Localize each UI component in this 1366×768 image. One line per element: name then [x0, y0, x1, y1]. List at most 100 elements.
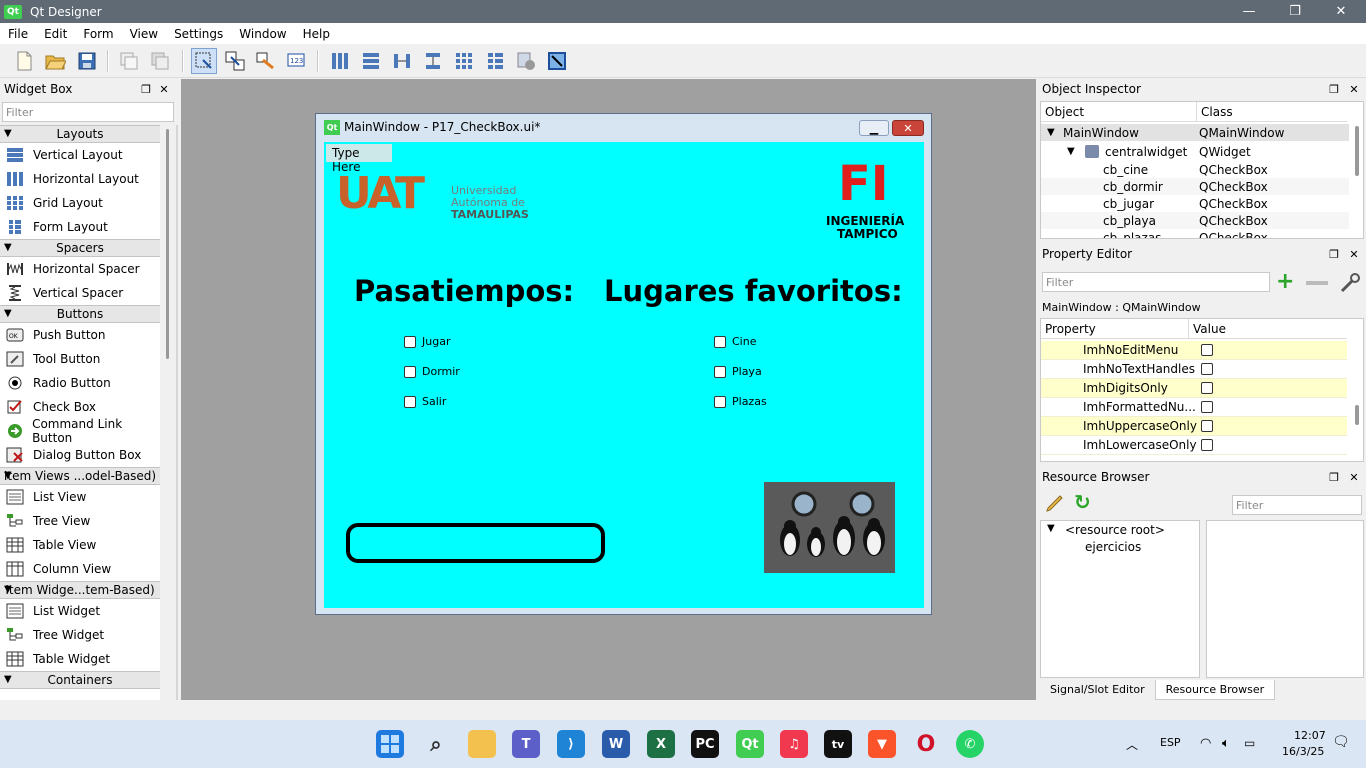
resource-root[interactable]: <resource root> [1065, 523, 1165, 537]
menu-settings[interactable]: Settings [166, 27, 231, 41]
break-layout-icon[interactable] [513, 48, 539, 74]
checkbox-playa[interactable]: Playa [714, 365, 762, 378]
widget-item[interactable]: Tree View [0, 509, 160, 533]
remove-property-icon[interactable] [1306, 281, 1328, 285]
float-icon[interactable]: ❐ [1326, 81, 1342, 97]
edit-buddies-icon[interactable] [253, 48, 279, 74]
float-icon[interactable]: ❐ [1326, 246, 1342, 262]
paste-icon[interactable] [147, 48, 173, 74]
copy-icon[interactable] [116, 48, 142, 74]
volume-icon[interactable]: 🔈︎ [1222, 736, 1230, 751]
property-checkbox[interactable] [1201, 439, 1213, 451]
close-icon[interactable]: ✕ [1346, 246, 1362, 262]
clock-time[interactable]: 12:07 [1294, 729, 1326, 742]
wrench-icon[interactable] [1338, 271, 1362, 295]
checkbox-plazas[interactable]: Plazas [714, 395, 767, 408]
widget-item[interactable]: Command Link Button [0, 417, 160, 445]
battery-icon[interactable]: ▭ [1244, 736, 1255, 750]
float-icon[interactable]: ❐ [138, 81, 154, 97]
widget-item[interactable]: List Widget [0, 599, 160, 623]
menu-form[interactable]: Form [75, 27, 121, 41]
form-window[interactable]: Qt MainWindow - P17_CheckBox.ui* ▁ ✕ Typ… [315, 113, 932, 615]
qt-designer-icon[interactable]: Qt [736, 730, 764, 758]
wifi-icon[interactable]: ◠ [1200, 736, 1211, 751]
result-label-frame[interactable] [346, 523, 605, 563]
menu-window[interactable]: Window [231, 27, 294, 41]
class-column-header[interactable]: Class [1197, 102, 1347, 122]
excel-icon[interactable]: X [647, 730, 675, 758]
minimize-button[interactable]: — [1226, 0, 1272, 23]
widget-item[interactable]: OK Push Button [0, 323, 160, 347]
close-icon[interactable]: ✕ [1346, 469, 1362, 485]
object-scrollbar[interactable] [1355, 126, 1359, 176]
category-spacers[interactable]: ▼ Spacers [0, 239, 160, 257]
widget-item[interactable]: Vertical Layout [0, 143, 160, 167]
reload-icon[interactable]: ↻ [1074, 492, 1096, 514]
property-checkbox[interactable] [1201, 382, 1213, 394]
apple-tv-icon[interactable]: tv [824, 730, 852, 758]
menu-view[interactable]: View [122, 27, 166, 41]
widget-item[interactable]: Radio Button [0, 371, 160, 395]
add-property-icon[interactable]: + [1276, 271, 1298, 294]
layout-form-icon[interactable] [482, 48, 508, 74]
tree-row[interactable]: cb_playa QCheckBox [1041, 212, 1349, 229]
resource-filter-input[interactable]: Filter [1232, 495, 1362, 515]
pycharm-icon[interactable]: PC [691, 730, 719, 758]
form-canvas[interactable]: Type Here UAT Universidad Autónoma de TA… [324, 142, 924, 608]
widget-item[interactable]: Column View [0, 557, 160, 581]
object-column-header[interactable]: Object [1041, 102, 1197, 122]
category-layouts[interactable]: ▼ Layouts [0, 125, 160, 143]
save-icon[interactable] [74, 48, 100, 74]
widget-filter-input[interactable]: Filter [2, 102, 174, 122]
category-item-widgets[interactable]: ▼ Item Widge...tem-Based) [0, 581, 160, 599]
widget-item[interactable]: Dialog Button Box [0, 443, 160, 467]
checkbox-jugar[interactable]: Jugar [404, 335, 450, 348]
widget-item[interactable]: Tree Widget [0, 623, 160, 647]
maximize-button[interactable]: ❐ [1272, 0, 1318, 23]
tree-row[interactable]: cb_jugar QCheckBox [1041, 195, 1349, 212]
tab-resource-browser[interactable]: Resource Browser [1154, 680, 1276, 700]
brave-icon[interactable]: ▼ [868, 730, 896, 758]
search-icon[interactable]: ⌕ [422, 730, 450, 758]
property-row[interactable]: ImhLowercaseOnly [1041, 436, 1347, 455]
widget-item[interactable]: Form Layout [0, 215, 160, 239]
tree-row[interactable]: cb_plazas QCheckBox [1041, 229, 1349, 239]
edit-tab-order-icon[interactable]: 123 [284, 48, 310, 74]
notification-icon[interactable]: 🗨︎ [1332, 734, 1350, 750]
widget-box-scrollbar[interactable] [166, 129, 169, 359]
tab-signal-slot[interactable]: Signal/Slot Editor [1040, 680, 1155, 700]
opera-icon[interactable]: O [912, 730, 940, 758]
close-icon[interactable]: ✕ [1346, 81, 1362, 97]
property-scrollbar[interactable] [1355, 405, 1359, 425]
file-explorer-icon[interactable] [468, 730, 496, 758]
type-here-menu[interactable]: Type Here [326, 144, 392, 174]
checkbox-cine[interactable]: Cine [714, 335, 756, 348]
language-indicator[interactable]: ESP [1160, 736, 1181, 749]
widget-item[interactable]: Check Box [0, 395, 160, 419]
property-checkbox[interactable] [1201, 420, 1213, 432]
property-row[interactable]: ImhNoTextHandles [1041, 360, 1347, 379]
chevron-up-icon[interactable]: ︿ [1126, 736, 1138, 753]
close-button[interactable]: ✕ [1318, 0, 1364, 23]
widget-item[interactable]: Table Widget [0, 647, 160, 671]
widget-item[interactable]: Tool Button [0, 347, 160, 371]
layout-grid-icon[interactable] [451, 48, 477, 74]
layout-vsplitter-icon[interactable] [420, 48, 446, 74]
menu-edit[interactable]: Edit [36, 27, 75, 41]
category-item-views[interactable]: ▼ Item Views ...odel-Based) [0, 467, 160, 485]
float-icon[interactable]: ❐ [1326, 469, 1342, 485]
property-column-header[interactable]: Property [1041, 319, 1189, 339]
widget-item[interactable]: Grid Layout [0, 191, 160, 215]
form-close-button[interactable]: ✕ [892, 120, 924, 136]
category-containers[interactable]: ▼ Containers [0, 671, 160, 689]
property-row[interactable]: ImhNoEditMenu [1041, 341, 1347, 360]
resource-folder[interactable]: ejercicios [1085, 540, 1141, 554]
widget-item[interactable]: Horizontal Layout [0, 167, 160, 191]
property-checkbox[interactable] [1201, 344, 1213, 356]
edit-signals-icon[interactable] [222, 48, 248, 74]
tree-row[interactable]: cb_cine QCheckBox [1041, 161, 1349, 178]
teams-icon[interactable]: T [512, 730, 540, 758]
menu-file[interactable]: File [0, 27, 36, 41]
form-minimize-button[interactable]: ▁ [859, 120, 889, 136]
start-icon[interactable] [376, 730, 404, 758]
